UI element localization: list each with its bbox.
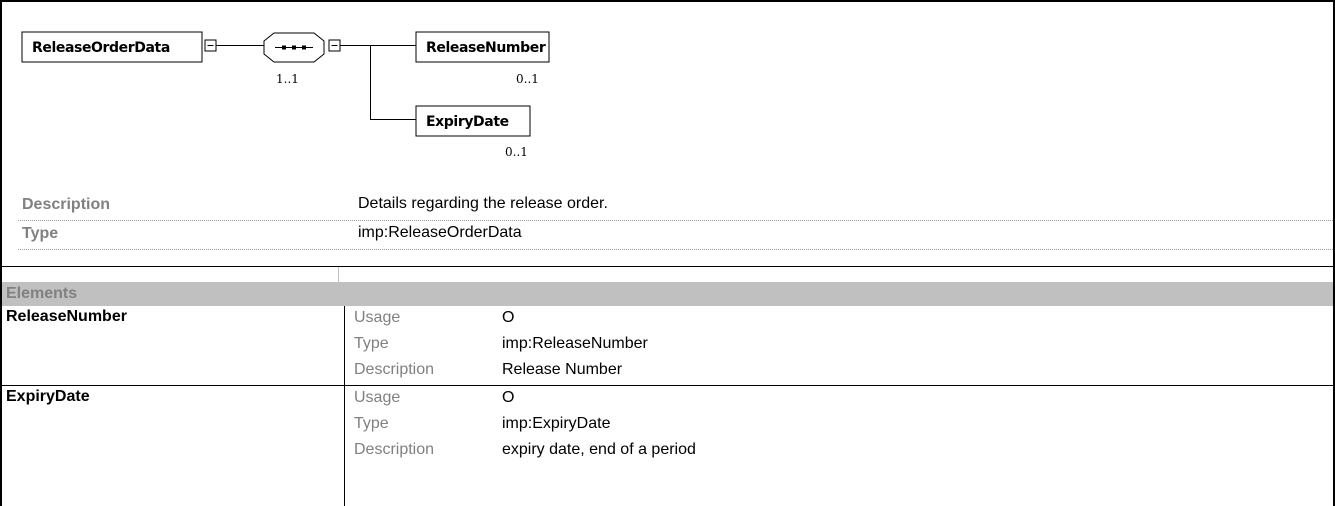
property-value: imp:ReleaseOrderData: [358, 224, 522, 241]
field-value: O: [502, 389, 515, 406]
property-key: Description: [22, 196, 111, 213]
field-label: Type: [354, 335, 389, 352]
element-row-expiry-date: ExpiryDate Usage O Type imp:ExpiryDate D…: [2, 386, 1333, 506]
element-name: ExpiryDate: [6, 388, 90, 405]
child-cardinality: 0..1: [516, 72, 539, 86]
column-divider: [338, 267, 339, 283]
root-node-label: ReleaseOrderData: [32, 40, 170, 56]
sequence-cardinality: 1..1: [276, 72, 299, 86]
schema-diagram: ReleaseOrderData 1..1 ReleaseNumber 0..1…: [21, 31, 550, 159]
field-label: Usage: [354, 309, 401, 326]
sequence-dot-2: [292, 45, 296, 50]
element-name: ReleaseNumber: [6, 308, 127, 325]
child-cardinality: 0..1: [505, 145, 528, 159]
sequence-dot-3: [302, 45, 306, 50]
sequence-dot-1: [282, 45, 286, 50]
property-row-description: Description Details regarding the releas…: [18, 192, 1333, 221]
element-column-divider: [344, 386, 345, 506]
child-node-label: ReleaseNumber: [426, 40, 546, 56]
field-value: imp:ReleaseNumber: [502, 335, 648, 352]
field-label: Type: [354, 415, 389, 432]
property-key: Type: [22, 225, 59, 242]
field-value: O: [502, 309, 515, 326]
field-label: Usage: [354, 389, 401, 406]
field-value: imp:ExpiryDate: [502, 415, 611, 432]
child-node-label: ExpiryDate: [426, 114, 509, 130]
field-label: Description: [354, 441, 435, 458]
property-row-type: Type imp:ReleaseOrderData: [18, 221, 1333, 250]
elements-header: Elements: [2, 282, 1333, 306]
field-value: expiry date, end of a period: [502, 441, 696, 458]
field-value: Release Number: [502, 361, 623, 378]
field-label: Description: [354, 361, 435, 378]
elements-title: Elements: [6, 285, 78, 302]
property-value: Details regarding the release order.: [358, 195, 608, 212]
section-separator: [2, 266, 1333, 267]
